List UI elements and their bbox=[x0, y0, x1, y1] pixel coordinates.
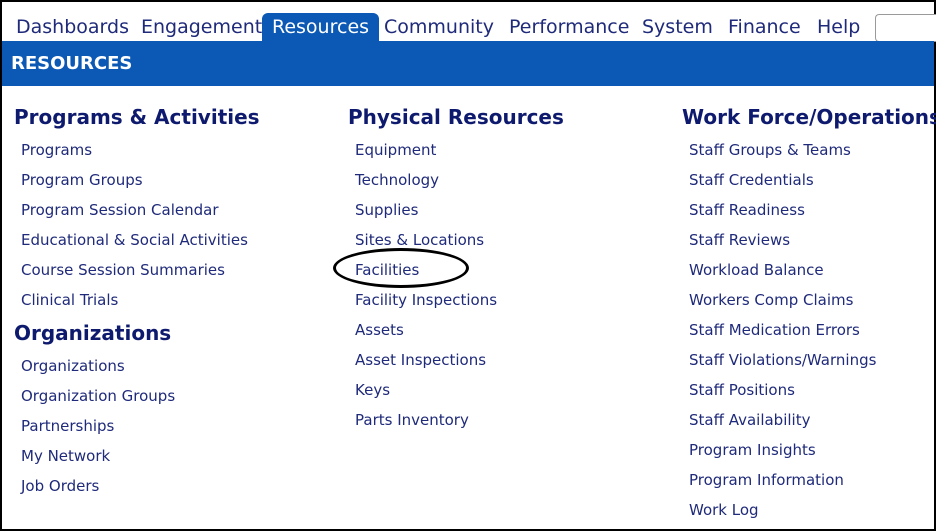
link-equipment[interactable]: Equipment bbox=[355, 135, 564, 165]
link-program-information[interactable]: Program Information bbox=[689, 465, 936, 495]
link-job-orders[interactable]: Job Orders bbox=[21, 471, 260, 501]
link-staff-violations-warnings[interactable]: Staff Violations/Warnings bbox=[689, 345, 936, 375]
link-staff-reviews[interactable]: Staff Reviews bbox=[689, 225, 936, 255]
work-force-operations-links: Staff Groups & Teams Staff Credentials S… bbox=[682, 135, 936, 525]
column-work-force-operations: Work Force/Operations Staff Groups & Tea… bbox=[682, 103, 936, 525]
search-input[interactable] bbox=[875, 14, 936, 42]
link-organizations[interactable]: Organizations bbox=[21, 351, 260, 381]
link-technology[interactable]: Technology bbox=[355, 165, 564, 195]
link-staff-availability[interactable]: Staff Availability bbox=[689, 405, 936, 435]
link-educational-social-activities[interactable]: Educational & Social Activities bbox=[21, 225, 260, 255]
link-staff-groups-teams[interactable]: Staff Groups & Teams bbox=[689, 135, 936, 165]
column-programs-organizations: Programs & Activities Programs Program G… bbox=[14, 103, 260, 501]
tab-finance[interactable]: Finance bbox=[718, 13, 811, 41]
column-physical-resources: Physical Resources Equipment Technology … bbox=[348, 103, 564, 435]
section-heading-physical-resources: Physical Resources bbox=[348, 105, 564, 129]
link-partnerships[interactable]: Partnerships bbox=[21, 411, 260, 441]
link-sites-locations[interactable]: Sites & Locations bbox=[355, 225, 564, 255]
tab-community[interactable]: Community bbox=[374, 13, 504, 41]
tab-help[interactable]: Help bbox=[807, 13, 870, 41]
link-clinical-trials[interactable]: Clinical Trials bbox=[21, 285, 260, 315]
section-heading-organizations: Organizations bbox=[14, 321, 172, 345]
page-title: RESOURCES bbox=[11, 53, 133, 74]
link-programs[interactable]: Programs bbox=[21, 135, 260, 165]
link-course-session-summaries[interactable]: Course Session Summaries bbox=[21, 255, 260, 285]
tab-resources[interactable]: Resources bbox=[262, 13, 380, 41]
section-heading-work-force-operations: Work Force/Operations bbox=[682, 105, 936, 129]
programs-activities-links: Programs Program Groups Program Session … bbox=[14, 135, 260, 315]
link-facilities[interactable]: Facilities bbox=[355, 255, 564, 285]
organizations-links: Organizations Organization Groups Partne… bbox=[14, 351, 260, 501]
link-staff-credentials[interactable]: Staff Credentials bbox=[689, 165, 936, 195]
link-program-session-calendar[interactable]: Program Session Calendar bbox=[21, 195, 260, 225]
tab-performance[interactable]: Performance bbox=[499, 13, 639, 41]
link-facility-inspections[interactable]: Facility Inspections bbox=[355, 285, 564, 315]
link-work-log[interactable]: Work Log bbox=[689, 495, 936, 525]
link-supplies[interactable]: Supplies bbox=[355, 195, 564, 225]
link-workers-comp-claims[interactable]: Workers Comp Claims bbox=[689, 285, 936, 315]
link-workload-balance[interactable]: Workload Balance bbox=[689, 255, 936, 285]
link-staff-positions[interactable]: Staff Positions bbox=[689, 375, 936, 405]
link-asset-inspections[interactable]: Asset Inspections bbox=[355, 345, 564, 375]
tab-system[interactable]: System bbox=[632, 13, 723, 41]
top-navigation: Dashboards Engagement Resources Communit… bbox=[2, 2, 936, 42]
section-heading-programs-activities: Programs & Activities bbox=[14, 105, 260, 129]
physical-resources-links: Equipment Technology Supplies Sites & Lo… bbox=[348, 135, 564, 435]
link-parts-inventory[interactable]: Parts Inventory bbox=[355, 405, 564, 435]
link-staff-readiness[interactable]: Staff Readiness bbox=[689, 195, 936, 225]
link-program-groups[interactable]: Program Groups bbox=[21, 165, 260, 195]
tab-engagement[interactable]: Engagement bbox=[131, 13, 272, 41]
link-my-network[interactable]: My Network bbox=[21, 441, 260, 471]
link-keys[interactable]: Keys bbox=[355, 375, 564, 405]
link-staff-medication-errors[interactable]: Staff Medication Errors bbox=[689, 315, 936, 345]
link-assets[interactable]: Assets bbox=[355, 315, 564, 345]
app-frame: Dashboards Engagement Resources Communit… bbox=[0, 0, 936, 531]
resources-header-band: RESOURCES bbox=[2, 41, 934, 86]
link-organization-groups[interactable]: Organization Groups bbox=[21, 381, 260, 411]
link-program-insights[interactable]: Program Insights bbox=[689, 435, 936, 465]
tab-dashboards[interactable]: Dashboards bbox=[6, 13, 139, 41]
